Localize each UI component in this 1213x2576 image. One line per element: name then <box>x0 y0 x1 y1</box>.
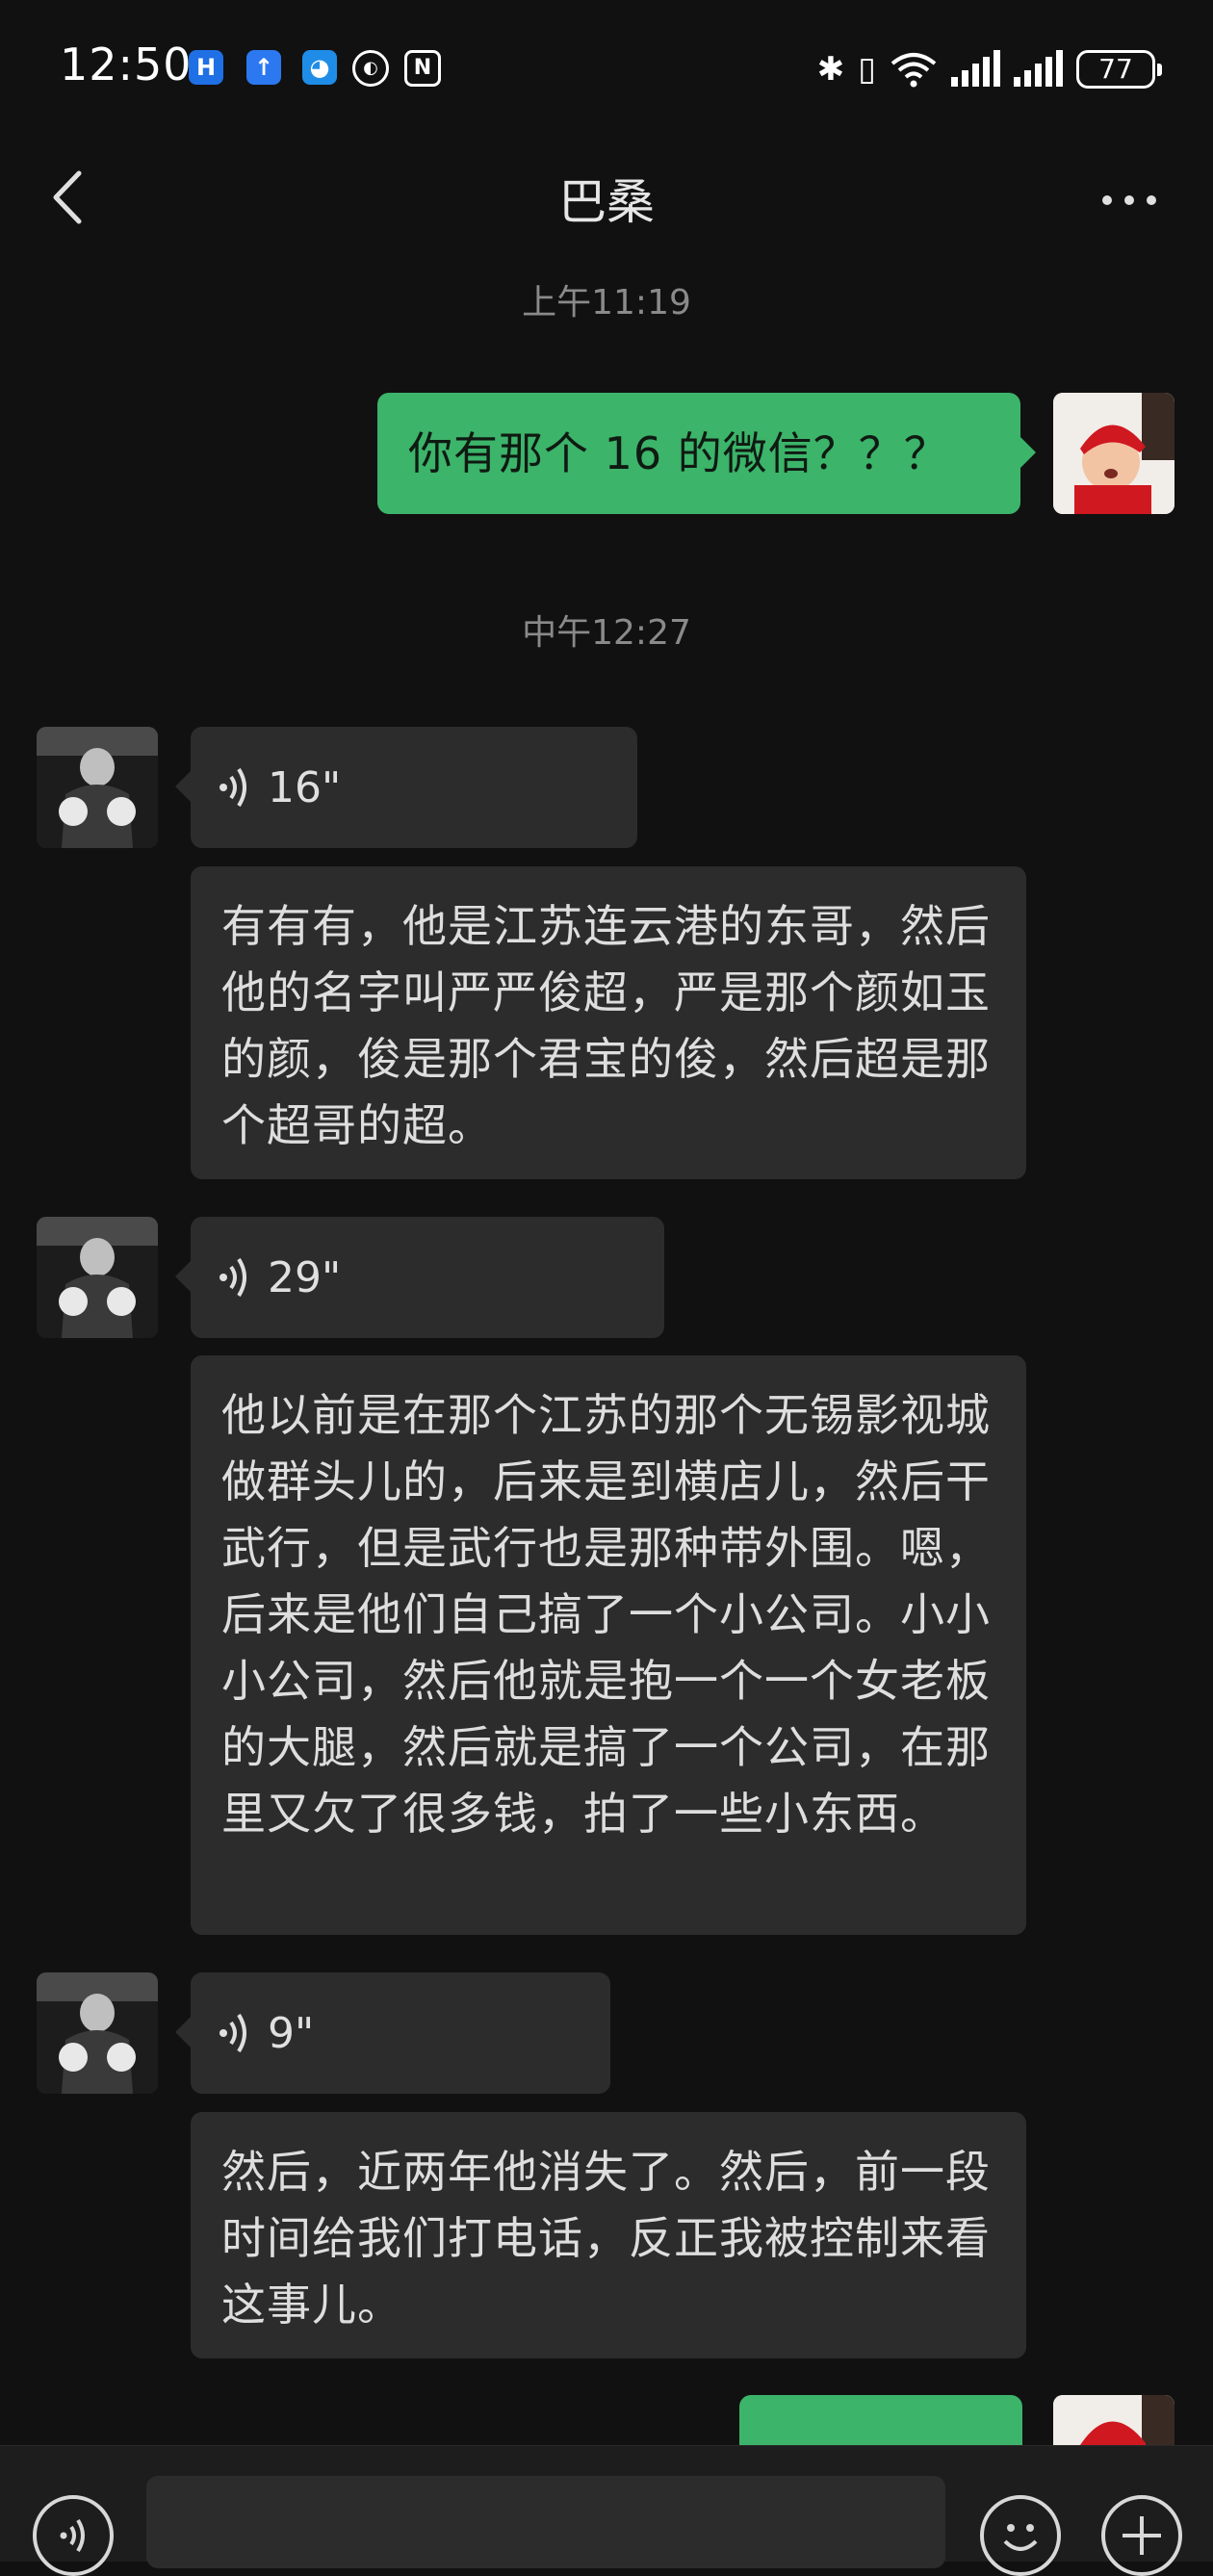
voice-message[interactable]: 9" <box>175 1972 610 2094</box>
voice-duration: 29" <box>268 1252 342 1302</box>
plus-icon <box>1123 2516 1161 2555</box>
signal-icon <box>951 50 1000 87</box>
voice-input-icon <box>60 2518 85 2553</box>
emoji-button[interactable] <box>980 2495 1061 2576</box>
my-avatar[interactable] <box>1053 2395 1174 2445</box>
battery-icon: 77 <box>1076 50 1162 89</box>
timestamp: 上午11:19 <box>522 283 691 322</box>
sent-message-partial[interactable] <box>739 2395 1022 2445</box>
app-h-icon: H <box>189 50 223 85</box>
kuaishou-icon: ◐ <box>352 50 389 87</box>
voice-input-button[interactable] <box>33 2495 114 2576</box>
signal-icon-2 <box>1014 50 1063 87</box>
vibrate-icon: ▯ <box>858 50 876 89</box>
contact-avatar[interactable] <box>37 1972 158 2094</box>
more-functions-button[interactable] <box>1101 2495 1182 2576</box>
status-bar: 12:50 H ↑ ◕ ◐ N ✱ ▯ 77 <box>0 0 1213 135</box>
emoji-icon <box>1003 2524 1038 2551</box>
more-options-icon[interactable] <box>1096 181 1163 219</box>
bluetooth-icon: ✱ <box>816 50 845 89</box>
my-avatar[interactable] <box>1053 393 1174 514</box>
upload-icon: ↑ <box>246 50 281 85</box>
voice-transcript[interactable]: 然后，近两年他消失了。然后，前一段时间给我们打电话，反正我被控制来看这事儿。 <box>191 2112 1026 2358</box>
voice-duration: 9" <box>268 2008 315 2058</box>
voice-wave-icon <box>219 1257 246 1298</box>
voice-wave-icon <box>219 767 246 808</box>
sent-text-message[interactable]: 你有那个 16 的微信？？？ <box>377 393 1036 514</box>
contact-avatar[interactable] <box>37 727 158 848</box>
voice-transcript[interactable]: 他以前是在那个江苏的那个无锡影视城做群头儿的，后来是到横店儿，然后干武行，但是武… <box>191 1355 1026 1935</box>
nfc-icon: N <box>404 50 441 87</box>
voice-message[interactable]: 29" <box>175 1217 664 1338</box>
chat-title: 巴桑 <box>558 174 655 230</box>
contact-avatar[interactable] <box>37 1217 158 1338</box>
wifi-icon <box>890 53 937 88</box>
voice-wave-icon <box>219 2013 246 2053</box>
timestamp: 中午12:27 <box>522 613 691 653</box>
system-icons: ✱ ▯ 77 <box>816 46 1162 92</box>
status-time: 12:50 <box>60 39 193 90</box>
voice-duration: 16" <box>268 762 342 812</box>
voice-transcript[interactable]: 有有有，他是江苏连云港的东哥，然后他的名字叫严严俊超，严是那个颜如玉的颜，俊是那… <box>191 866 1026 1179</box>
qq-icon: ◕ <box>302 50 337 85</box>
voice-message[interactable]: 16" <box>175 727 637 848</box>
message-input[interactable] <box>146 2476 945 2568</box>
